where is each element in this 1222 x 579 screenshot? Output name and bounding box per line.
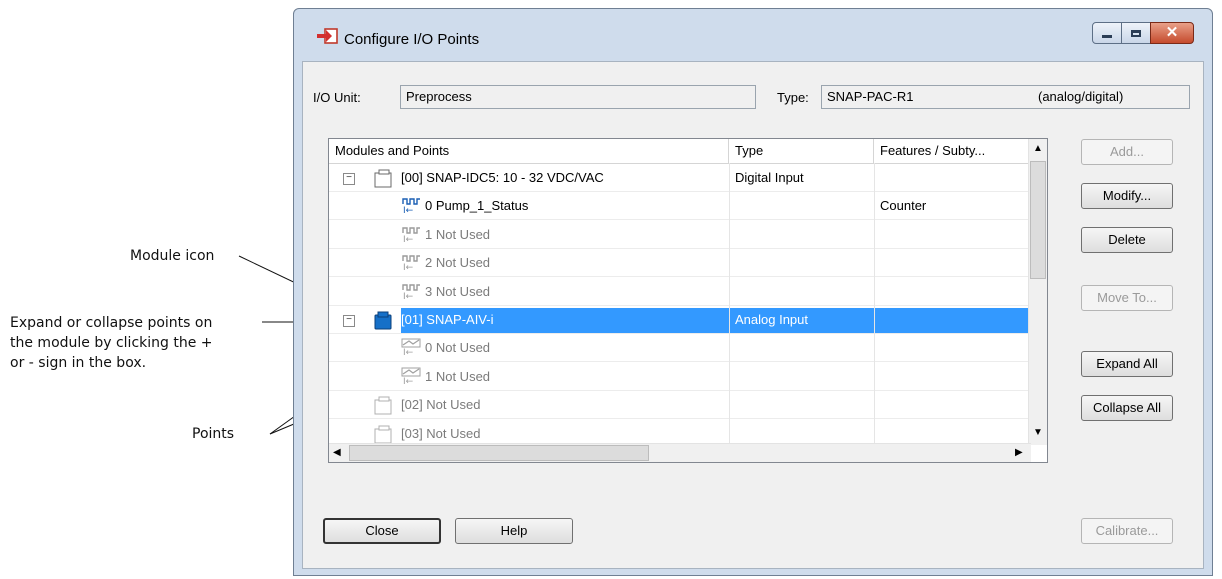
cell-name: 2 Not Used [425, 255, 491, 271]
cell-name: 0 Pump_1_Status [425, 198, 529, 214]
configure-io-window: Configure I/O Points ✕ I/O Unit: Preproc… [293, 8, 1213, 576]
digital-point-icon: I← [402, 283, 420, 300]
close-icon: ✕ [1165, 24, 1179, 41]
close-button[interactable]: Close [323, 518, 441, 544]
list-header: Modules and Points Type Features / Subty… [329, 139, 1029, 164]
io-unit-field: Preprocess [400, 85, 756, 109]
close-window-button[interactable]: ✕ [1150, 22, 1194, 44]
io-arrow-icon [317, 28, 338, 44]
help-button[interactable]: Help [455, 518, 573, 544]
maximize-icon [1131, 29, 1141, 37]
scroll-up-icon[interactable]: ▲ [1033, 143, 1043, 154]
expand-all-button[interactable]: Expand All [1081, 351, 1173, 377]
callout-expand-line3: or - sign in the box. [10, 355, 147, 371]
vertical-scrollbar[interactable]: ▲ ▼ [1028, 139, 1047, 445]
io-unit-label: I/O Unit: [313, 90, 361, 105]
table-row[interactable]: I← 0 Not Used [329, 334, 1029, 363]
column-header-type[interactable]: Type [729, 139, 874, 163]
type-value: SNAP-PAC-R1 [827, 89, 914, 104]
cell-name: [02] Not Used [401, 397, 481, 413]
callout-expand-line2: the module by clicking the + [10, 335, 213, 351]
callout-module-icon: Module icon [130, 248, 215, 264]
table-row[interactable]: [02] Not Used [329, 391, 1029, 420]
analog-point-icon: I← [401, 338, 421, 356]
svg-text:I←: I← [403, 206, 414, 214]
cell-name: 3 Not Used [425, 283, 491, 299]
table-row[interactable]: I← 1 Not Used [329, 221, 1029, 249]
svg-text:I←: I← [403, 377, 414, 385]
vertical-scroll-thumb[interactable] [1030, 161, 1046, 279]
svg-text:I←: I← [403, 235, 414, 243]
module-icon [374, 169, 392, 188]
digital-point-icon: I← [402, 255, 420, 271]
svg-text:I←: I← [403, 292, 414, 300]
callout-points: Points [192, 426, 235, 442]
cell-name: 0 Not Used [425, 340, 491, 356]
maximize-button[interactable] [1121, 22, 1151, 44]
cell-type: Digital Input [735, 170, 804, 185]
collapse-all-button[interactable]: Collapse All [1081, 395, 1173, 421]
row-selection-highlight [401, 308, 1029, 333]
cell-type: Analog Input [735, 312, 809, 327]
expand-collapse-toggle[interactable]: − [343, 315, 355, 327]
type-field: SNAP-PAC-R1 (analog/digital) [821, 85, 1190, 109]
callout-expand-text: Expand or collapse points on the module … [10, 313, 213, 373]
svg-text:I←: I← [403, 263, 414, 271]
cell-name: 1 Not Used [425, 368, 491, 384]
type-suffix: (analog/digital) [1038, 89, 1124, 104]
column-divider [874, 163, 875, 445]
cell-name: [00] SNAP-IDC5: 10 - 32 VDC/VAC [401, 170, 604, 185]
scroll-down-icon[interactable]: ▼ [1033, 427, 1043, 438]
table-row[interactable]: − [01] SNAP-AIV-i Analog Input [329, 306, 1029, 334]
column-header-features[interactable]: Features / Subty... [874, 139, 1029, 163]
table-row[interactable]: I← 1 Not Used [329, 363, 1029, 391]
module-icon [374, 311, 392, 330]
window-title: Configure I/O Points [344, 31, 480, 48]
cell-features: Counter [880, 198, 927, 214]
table-row[interactable]: I← 3 Not Used [329, 278, 1029, 306]
digital-point-icon: I← [402, 227, 420, 243]
callout-expand-line1: Expand or collapse points on [10, 315, 213, 331]
move-to-button[interactable]: Move To... [1081, 285, 1173, 311]
calibrate-button[interactable]: Calibrate... [1081, 518, 1173, 544]
cell-name: 1 Not Used [425, 226, 491, 242]
cell-name: [01] SNAP-AIV-i [401, 312, 494, 327]
module-icon [374, 396, 392, 415]
modules-points-list[interactable]: Modules and Points Type Features / Subty… [328, 138, 1048, 463]
analog-point-icon: I← [401, 367, 421, 385]
dialog-client-area: I/O Unit: Preprocess Type: SNAP-PAC-R1 (… [302, 61, 1204, 569]
table-row[interactable]: − [00] SNAP-IDC5: 10 - 32 VDC/VAC Digital … [329, 164, 1029, 192]
minimize-icon [1102, 34, 1112, 38]
horizontal-scrollbar[interactable]: ◀ ▶ [329, 443, 1031, 462]
svg-text:I←: I← [403, 348, 414, 356]
modify-button[interactable]: Modify... [1081, 183, 1173, 209]
expand-collapse-toggle[interactable]: − [343, 173, 355, 185]
scroll-left-icon[interactable]: ◀ [333, 447, 341, 458]
minimize-button[interactable] [1092, 22, 1122, 44]
delete-button[interactable]: Delete [1081, 227, 1173, 253]
type-label: Type: [777, 90, 809, 105]
digital-point-icon: I← [402, 198, 420, 214]
column-divider [729, 163, 730, 445]
add-button[interactable]: Add... [1081, 139, 1173, 165]
table-row[interactable]: I← 2 Not Used [329, 249, 1029, 278]
title-bar[interactable]: Configure I/O Points ✕ [294, 9, 1212, 61]
table-row[interactable]: I← 0 Pump_1_Status Counter [329, 192, 1029, 221]
module-icon [374, 425, 392, 444]
column-header-modules[interactable]: Modules and Points [329, 139, 729, 163]
scroll-right-icon[interactable]: ▶ [1015, 447, 1023, 458]
horizontal-scroll-thumb[interactable] [349, 445, 649, 461]
